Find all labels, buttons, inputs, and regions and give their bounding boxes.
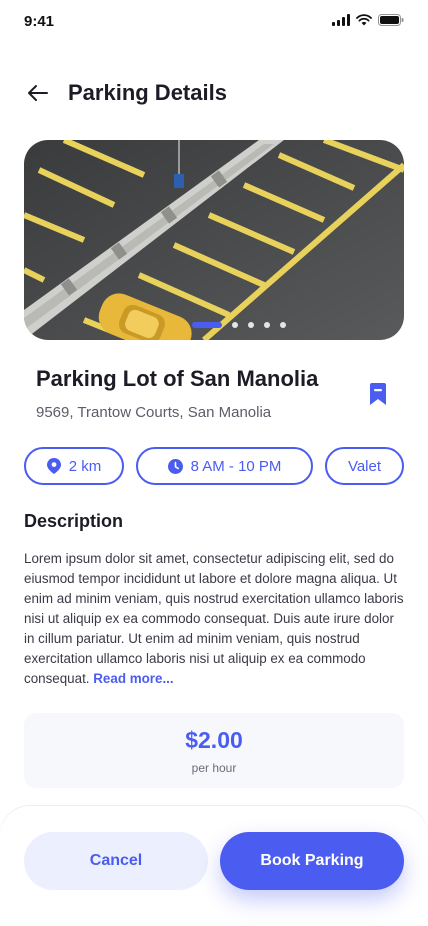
description-body: Lorem ipsum dolor sit amet, consectetur … xyxy=(24,551,404,686)
clock-icon xyxy=(167,458,183,474)
arrow-left-icon xyxy=(28,85,48,101)
valet-chip-label: Valet xyxy=(347,457,382,475)
valet-chip[interactable]: Valet xyxy=(325,447,404,485)
book-parking-button[interactable]: Book Parking xyxy=(220,832,404,890)
price-card: $2.00 per hour xyxy=(24,713,404,788)
parking-lot-photo xyxy=(24,140,404,340)
cellular-signal-icon xyxy=(332,14,350,26)
page-title: Parking Details xyxy=(68,80,227,105)
carousel-dot[interactable] xyxy=(232,322,238,328)
bookmark-icon xyxy=(370,383,386,405)
parking-lot-address: 9569, Trantow Courts, San Manolia xyxy=(36,404,272,421)
location-pin-icon xyxy=(46,458,61,474)
back-button[interactable] xyxy=(24,79,52,107)
hours-chip[interactable]: 8 AM - 10 PM xyxy=(136,447,313,485)
cancel-button[interactable]: Cancel xyxy=(24,832,208,890)
distance-chip[interactable]: 2 km xyxy=(24,447,124,485)
wifi-icon xyxy=(356,14,372,26)
carousel-dot[interactable] xyxy=(192,322,222,328)
price-amount: $2.00 xyxy=(185,727,243,753)
battery-icon xyxy=(378,14,404,26)
carousel-dot[interactable] xyxy=(280,322,286,328)
carousel-dot[interactable] xyxy=(264,322,270,328)
parking-lot-name: Parking Lot of San Manolia xyxy=(36,366,319,391)
read-more-link[interactable]: Read more... xyxy=(93,671,173,686)
description-text: Lorem ipsum dolor sit amet, consectetur … xyxy=(24,549,406,689)
status-time: 9:41 xyxy=(24,13,55,30)
price-unit: per hour xyxy=(191,761,237,775)
description-heading: Description xyxy=(24,511,124,531)
parking-image-carousel[interactable] xyxy=(24,140,404,340)
carousel-indicator[interactable] xyxy=(24,322,404,328)
distance-chip-label: 2 km xyxy=(68,457,102,475)
carousel-dot[interactable] xyxy=(248,322,254,328)
hours-chip-label: 8 AM - 10 PM xyxy=(190,457,282,475)
header: Parking Details xyxy=(24,74,404,112)
status-bar: 9:41 xyxy=(0,0,428,44)
status-icons xyxy=(332,14,404,26)
bookmark-button[interactable] xyxy=(366,382,390,406)
